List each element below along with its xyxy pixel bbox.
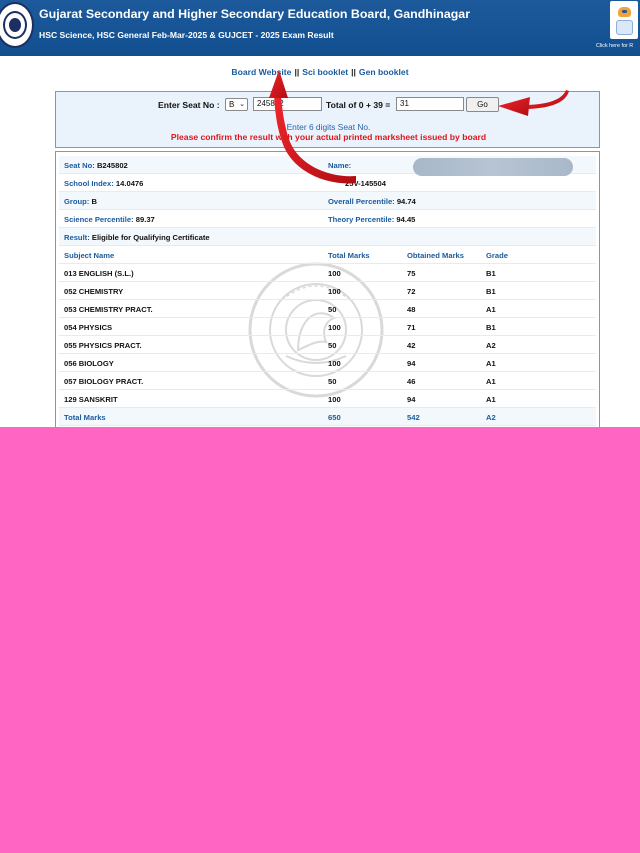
series-value: B (229, 100, 235, 109)
total-marks: 100 (328, 359, 341, 368)
obtained-marks: 71 (407, 323, 416, 332)
col-subject-name: Subject Name (64, 251, 115, 260)
obtained-marks: 72 (407, 287, 416, 296)
site-title: Gujarat Secondary and Higher Secondary E… (39, 7, 471, 21)
school-index-value: 14.0476 (115, 179, 144, 188)
chevron-down-icon: ⌄ (239, 101, 245, 108)
series-select[interactable]: B ⌄ (225, 98, 248, 111)
sci-booklet-link[interactable]: Sci booklet (302, 67, 348, 77)
group-label: Group: (64, 197, 90, 206)
subject-name: 057 BIOLOGY PRACT. (64, 377, 144, 386)
link-separator: || (351, 67, 356, 77)
overall-grade: A2 (486, 413, 496, 422)
obtained-marks: 94 (407, 395, 416, 404)
science-percentile-label: Science Percentile: (64, 215, 134, 224)
obtained-marks: 75 (407, 269, 416, 278)
total-obtained-marks: 542 (407, 413, 420, 422)
total-marks: 100 (328, 395, 341, 404)
obtained-marks: 46 (407, 377, 416, 386)
table-row: 013 ENGLISH (S.L.) 100 75 B1 (59, 264, 596, 282)
seat-label: Enter Seat No : (158, 100, 220, 110)
seat-number-input[interactable]: 245802 (253, 97, 322, 111)
obtained-marks: 94 (407, 359, 416, 368)
col-obtained-marks: Obtained Marks (407, 251, 464, 260)
site-header: Gujarat Secondary and Higher Secondary E… (0, 0, 640, 56)
link-separator: || (294, 67, 300, 77)
chatbot-caption: Click here for R (596, 43, 634, 49)
board-logo (0, 2, 34, 48)
result-label: Result: (64, 233, 90, 242)
marks-table-header: Subject Name Total Marks Obtained Marks … (59, 246, 596, 264)
overall-percentile-value: 94.74 (396, 197, 416, 206)
grade: B1 (486, 323, 496, 332)
subject-name: 013 ENGLISH (S.L.) (64, 269, 134, 278)
theory-percentile-value: 94.45 (396, 215, 416, 224)
grade: B1 (486, 269, 496, 278)
spu-value: 25V-145504 (345, 179, 386, 188)
group-value: B (91, 197, 97, 206)
captcha-question: Total of 0 + 39 = (326, 100, 391, 110)
theory-percentile-label: Theory Percentile: (328, 215, 395, 224)
total-marks: 50 (328, 341, 337, 350)
seat-hint: Enter 6 digits Seat No. (286, 122, 371, 132)
subject-name: 053 CHEMISTRY PRACT. (64, 305, 153, 314)
group-row: Group: B Overall Percentile: 94.74 (59, 192, 596, 210)
table-row: 056 BIOLOGY 100 94 A1 (59, 354, 596, 372)
seat-search-form: Enter Seat No : B ⌄ 245802 Total of 0 + … (55, 91, 600, 148)
result-row: Result: Eligible for Qualifying Certific… (59, 228, 596, 246)
total-row: Total Marks 650 542 A2 (59, 408, 596, 426)
board-website-link[interactable]: Board Website (231, 67, 291, 77)
science-percentile-value: 89.37 (135, 215, 155, 224)
subject-name: 054 PHYSICS (64, 323, 113, 332)
seat-no-value: B245802 (96, 161, 128, 170)
grade: A1 (486, 377, 496, 386)
seat-no-label: Seat No: (64, 161, 95, 170)
chatbot-link[interactable]: Click here for R (596, 0, 640, 52)
school-row: School Index: 14.0476 25V-145504 (59, 174, 596, 192)
table-row: 055 PHYSICS PRACT. 50 42 A2 (59, 336, 596, 354)
site-subtitle: HSC Science, HSC General Feb-Mar-2025 & … (39, 30, 334, 40)
grade: B1 (486, 287, 496, 296)
grade: A2 (486, 341, 496, 350)
top-links: Board Website || Sci booklet || Gen booklet (0, 67, 640, 77)
captcha-answer-input[interactable]: 31 (396, 97, 464, 111)
table-row: 054 PHYSICS 100 71 B1 (59, 318, 596, 336)
total-marks: 50 (328, 377, 337, 386)
result-panel: Seat No: B245802 Name: School Index: 14.… (55, 151, 600, 441)
grade: A1 (486, 359, 496, 368)
overall-percentile-label: Overall Percentile: (328, 197, 395, 206)
subject-name: 055 PHYSICS PRACT. (64, 341, 142, 350)
table-row: 052 CHEMISTRY 100 72 B1 (59, 282, 596, 300)
grade: A1 (486, 395, 496, 404)
subject-name: 052 CHEMISTRY (64, 287, 124, 296)
table-row: 053 CHEMISTRY PRACT. 50 48 A1 (59, 300, 596, 318)
marksheet-warning: Please confirm the result with your actu… (170, 132, 487, 142)
result-value: Eligible for Qualifying Certificate (91, 233, 210, 242)
total-label: Total Marks (64, 413, 106, 422)
table-row: 129 SANSKRIT 100 94 A1 (59, 390, 596, 408)
pink-overlay (0, 427, 640, 853)
total-marks: 50 (328, 305, 337, 314)
total-max-marks: 650 (328, 413, 341, 422)
percentile-row: Science Percentile: 89.37 Theory Percent… (59, 210, 596, 228)
total-marks: 100 (328, 269, 341, 278)
total-marks: 100 (328, 323, 341, 332)
subject-name: 129 SANSKRIT (64, 395, 118, 404)
subject-name: 056 BIOLOGY (64, 359, 114, 368)
obtained-marks: 42 (407, 341, 416, 350)
col-total-marks: Total Marks (328, 251, 370, 260)
obtained-marks: 48 (407, 305, 416, 314)
col-grade: Grade (486, 251, 508, 260)
school-index-label: School Index: (64, 179, 114, 188)
table-row: 057 BIOLOGY PRACT. 50 46 A1 (59, 372, 596, 390)
gen-booklet-link[interactable]: Gen booklet (359, 67, 409, 77)
chatbot-icon (610, 1, 638, 39)
total-marks: 100 (328, 287, 341, 296)
grade: A1 (486, 305, 496, 314)
name-label: Name: (328, 161, 352, 170)
go-button[interactable]: Go (466, 97, 499, 112)
